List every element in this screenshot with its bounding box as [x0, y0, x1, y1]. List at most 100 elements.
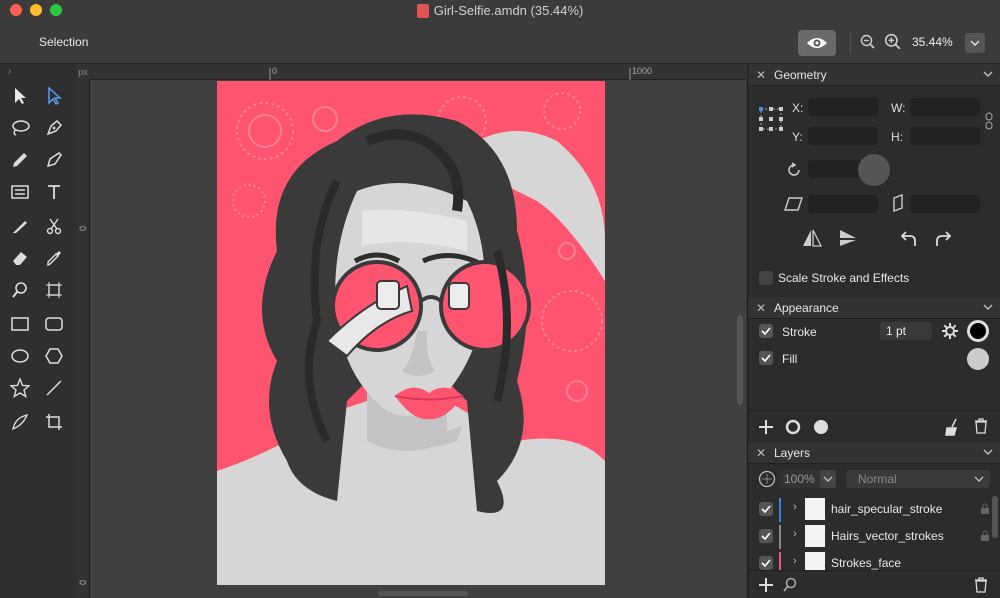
checkmark-icon [761, 559, 771, 567]
chevron-down-icon [970, 40, 980, 46]
rotate-left-icon[interactable] [898, 228, 918, 248]
add-fill-icon[interactable] [812, 418, 830, 436]
artboard-tool[interactable] [40, 276, 68, 304]
minimize-window-button[interactable] [30, 4, 42, 16]
toolbar-divider [850, 32, 851, 54]
pencil-tool[interactable] [6, 146, 34, 174]
chevron-right-icon[interactable]: › [793, 528, 797, 540]
chevron-down-icon[interactable] [983, 301, 993, 313]
scale-stroke-checkbox[interactable] [759, 271, 773, 285]
ruler-unit[interactable]: px [76, 64, 90, 80]
broom-icon[interactable] [944, 418, 960, 436]
pen-tool[interactable] [40, 114, 68, 142]
stroke-checkbox[interactable] [759, 324, 773, 338]
direct-selection-tool[interactable] [40, 82, 68, 110]
y-field[interactable] [808, 127, 878, 145]
feather-tool[interactable] [6, 408, 34, 436]
fill-checkbox[interactable] [759, 351, 773, 365]
eyedropper-icon [47, 251, 61, 267]
geometry-header[interactable]: ✕ Geometry [748, 64, 1000, 86]
add-icon[interactable] [758, 419, 774, 435]
add-icon[interactable] [758, 577, 774, 593]
rotate-right-icon[interactable] [934, 228, 954, 248]
layers-scrollbar[interactable] [992, 496, 998, 538]
rotation-dial[interactable] [858, 154, 890, 186]
expand-tools-icon[interactable]: › [8, 66, 11, 77]
flip-horizontal-icon[interactable] [801, 228, 823, 248]
stroke-color-swatch[interactable] [967, 320, 989, 342]
text-frame-tool[interactable] [6, 178, 34, 206]
artwork-girl-selfie[interactable] [217, 81, 605, 585]
close-icon[interactable]: ✕ [748, 446, 774, 460]
fill-color-swatch[interactable] [967, 348, 989, 370]
ellipse-tool[interactable] [6, 342, 34, 370]
layer-row[interactable]: › Hairs_vector_strokes [748, 523, 1000, 550]
scissors-icon [46, 218, 62, 235]
lasso-tool[interactable] [6, 114, 34, 142]
trash-icon[interactable] [974, 418, 988, 434]
layer-visibility-checkbox[interactable] [759, 556, 773, 570]
zoom-dropdown[interactable] [965, 33, 985, 53]
layer-visibility-checkbox[interactable] [759, 502, 773, 516]
layers-header[interactable]: ✕ Layers [748, 442, 1000, 464]
w-field[interactable] [910, 98, 980, 116]
eyedropper-tool[interactable] [40, 244, 68, 272]
horizontal-ruler[interactable]: 0 1000 [90, 64, 746, 80]
shear-x-field[interactable] [808, 195, 878, 213]
brush-tool[interactable] [40, 146, 68, 174]
search-icon[interactable] [782, 577, 798, 593]
chevron-right-icon[interactable]: › [793, 555, 797, 567]
tools-panel: › [0, 64, 76, 598]
chevron-down-icon[interactable] [983, 68, 993, 80]
opacity-stepper[interactable] [820, 470, 836, 488]
rounded-rectangle-tool[interactable] [40, 310, 68, 338]
layer-row[interactable]: › Strokes_face [748, 550, 1000, 570]
stroke-width-value: 1 pt [886, 324, 907, 338]
anchor-point-icon[interactable] [758, 106, 784, 132]
rectangle-tool[interactable] [6, 310, 34, 338]
selection-tool[interactable] [6, 82, 34, 110]
close-window-button[interactable] [10, 4, 22, 16]
line-tool[interactable] [40, 374, 68, 402]
canvas[interactable] [90, 80, 746, 598]
trash-icon[interactable] [974, 577, 988, 593]
layer-visibility-checkbox[interactable] [759, 529, 773, 543]
layer-thumbnail [805, 552, 825, 570]
stroke-width-field[interactable]: 1 pt [880, 322, 932, 340]
close-icon[interactable]: ✕ [748, 301, 774, 315]
zoom-window-button[interactable] [50, 4, 62, 16]
h-field[interactable] [910, 127, 980, 145]
star-tool[interactable] [6, 374, 34, 402]
layer-opacity-field[interactable]: 100% [780, 470, 820, 488]
add-stroke-icon[interactable] [784, 418, 802, 436]
hollow-arrow-icon [48, 87, 62, 105]
view-mode-button[interactable] [798, 30, 836, 56]
blend-mode-select[interactable]: Normal [846, 470, 990, 488]
scissors-tool[interactable] [40, 212, 68, 240]
gear-icon[interactable] [941, 322, 959, 340]
zoom-tool[interactable] [6, 276, 34, 304]
text-tool[interactable] [40, 178, 68, 206]
polygon-tool[interactable] [40, 342, 68, 370]
lock-icon[interactable] [980, 530, 990, 542]
eraser-tool[interactable] [6, 244, 34, 272]
flip-vertical-icon[interactable] [838, 228, 858, 248]
zoom-out-icon[interactable] [860, 34, 876, 50]
blend-mode-value: Normal [858, 472, 897, 486]
constrain-proportions-icon[interactable] [984, 112, 994, 130]
close-icon[interactable]: ✕ [748, 68, 774, 82]
zoom-in-icon[interactable] [884, 33, 902, 51]
knife-tool[interactable] [6, 212, 34, 240]
appearance-header[interactable]: ✕ Appearance [748, 297, 1000, 319]
horizontal-scrollbar[interactable] [378, 591, 468, 596]
layer-row[interactable]: › hair_specular_stroke [748, 496, 1000, 523]
chevron-right-icon[interactable]: › [793, 501, 797, 513]
crop-tool[interactable] [40, 408, 68, 436]
vertical-ruler[interactable]: 0 0 [76, 80, 90, 598]
lock-icon[interactable] [980, 503, 990, 515]
x-field[interactable] [808, 98, 878, 116]
shear-y-field[interactable] [910, 195, 980, 213]
vertical-scrollbar[interactable] [737, 315, 743, 405]
layer-opacity-value: 100% [784, 472, 815, 486]
chevron-down-icon[interactable] [983, 446, 993, 458]
